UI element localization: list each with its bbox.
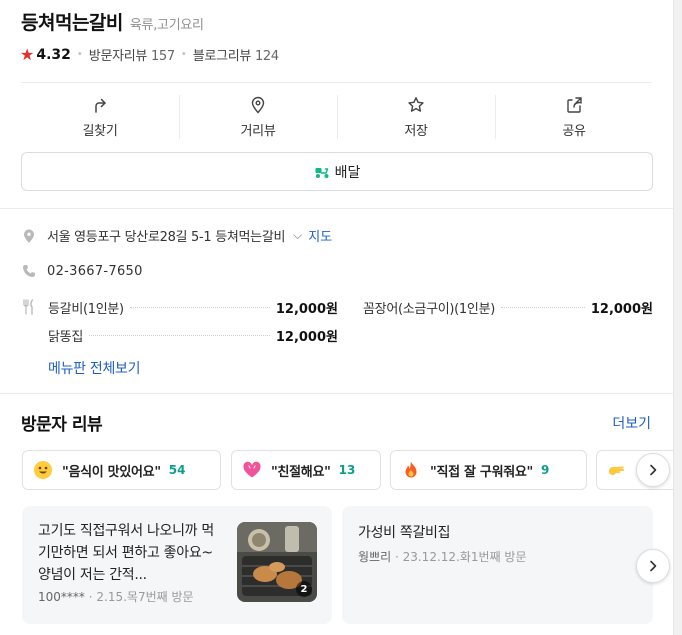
place-name: 등쳐먹는갈비 — [21, 12, 123, 34]
review-text: 가성비 쪽갈비집 — [358, 525, 451, 541]
hand-emoji-icon — [609, 466, 625, 475]
review-author: 100**** — [38, 590, 85, 604]
chevron-down-icon[interactable]: ⌵ — [293, 228, 302, 243]
reviews-next-button[interactable] — [636, 549, 670, 583]
separator-dot: • — [180, 49, 187, 60]
share-label: 공유 — [562, 123, 586, 139]
review-visit-count: 1번째 방문 — [470, 550, 527, 564]
menu-item[interactable]: 닭똥집 12,000원 — [48, 326, 338, 345]
place-category: 육류,고기요리 — [129, 18, 204, 33]
keyword-chip[interactable]: "친절해요" 13 — [231, 450, 381, 490]
keyword-chip[interactable]: "음식이 맛있어요" 54 — [22, 450, 221, 490]
location-pin-icon — [251, 96, 265, 114]
phone-icon — [23, 265, 35, 277]
menu-item-price: 12,000원 — [590, 302, 653, 317]
street-view-label: 거리뷰 — [240, 123, 276, 139]
review-text: 고기도 직접구워서 나오니까 먹기만하면 되서 편하고 좋아요~양념이 저는 간… — [38, 523, 214, 583]
scrollbar[interactable] — [674, 0, 682, 635]
leader-dots — [501, 307, 585, 308]
keywords-next-button[interactable] — [636, 453, 670, 487]
visitor-reviews-link[interactable]: 방문자리뷰 157 — [89, 45, 175, 64]
menu-item-price: 12,000원 — [275, 302, 338, 317]
section-divider — [0, 393, 673, 394]
review-card[interactable]: 가성비 쪽갈비집 웡쁘리 · 23.12.12.화1번째 방문 — [342, 506, 653, 624]
visitor-reviews-count: 157 — [150, 49, 175, 64]
address-row: 서울 영등포구 당산로28길 5-1 등쳐먹는갈비 ⌵ 지도 — [21, 226, 332, 245]
share-button[interactable]: 공유 — [495, 89, 653, 145]
star-icon: ★ — [20, 45, 35, 64]
chevron-right-icon — [650, 464, 657, 476]
address-text: 서울 영등포구 당산로28길 5-1 등쳐먹는갈비 — [47, 230, 286, 245]
place-panel: 등쳐먹는갈비 육류,고기요리 ★ 4.32 • 방문자리뷰 157 • 블로그리… — [0, 0, 674, 635]
blog-reviews-label: 블로그리뷰 — [192, 49, 252, 64]
review-meta: 웡쁘리 · 23.12.12.화1번째 방문 — [358, 548, 527, 565]
star-outline-icon — [408, 96, 424, 112]
keyword-text: "음식이 맛있어요" — [62, 464, 161, 480]
menu-item-name: 닭똥집 — [48, 330, 83, 345]
delivery-label: 배달 — [334, 164, 361, 181]
keyword-chip-list: "음식이 맛있어요" 54 "친절해요" 13 "직접 잘 구워줘요" 9 — [22, 450, 673, 490]
menu-item-name: 등갈비(1인분) — [48, 302, 124, 317]
review-author: 웡쁘리 — [358, 550, 392, 564]
reviews-more-link[interactable]: 더보기 — [612, 413, 651, 433]
phone-number[interactable]: 02-3667-7650 — [47, 264, 143, 279]
heart-emoji-icon — [243, 461, 261, 478]
leader-dots — [129, 307, 270, 308]
keyword-count: 54 — [168, 463, 186, 477]
smile-emoji-icon — [34, 461, 52, 479]
photo-count-badge: 2 — [296, 581, 312, 597]
separator-dot: · — [394, 550, 403, 564]
menu-item[interactable]: 꼼장어(소금구이)(1인분) 12,000원 — [363, 298, 653, 317]
title-row: 등쳐먹는갈비 육류,고기요리 — [21, 8, 204, 35]
leader-dots — [88, 335, 270, 336]
share-icon — [567, 96, 582, 113]
delivery-scooter-icon — [315, 167, 329, 178]
menu-item-name: 꼼장어(소금구이)(1인분) — [363, 302, 495, 317]
menu-see-all-link[interactable]: 메뉴판 전체보기 — [48, 358, 141, 378]
location-pin-icon — [24, 228, 34, 243]
review-meta: 100**** · 2.15.목7번째 방문 — [38, 588, 194, 605]
keyword-text: "직접 잘 구워줘요" — [430, 464, 534, 480]
review-visit-count: 7번째 방문 — [137, 590, 194, 604]
fire-emoji-icon — [405, 461, 417, 478]
rating-value: 4.32 — [36, 46, 71, 63]
directions-label: 길찾기 — [82, 123, 118, 139]
save-label: 저장 — [404, 123, 428, 139]
street-view-button[interactable]: 거리뷰 — [179, 89, 337, 145]
action-bar: 길찾기 거리뷰 저장 공유 — [21, 89, 653, 145]
map-link[interactable]: 지도 — [308, 226, 332, 245]
review-card[interactable]: 고기도 직접구워서 나오니까 먹기만하면 되서 편하고 좋아요~양념이 저는 간… — [22, 506, 332, 624]
chevron-right-icon — [650, 560, 657, 572]
directions-button[interactable]: 길찾기 — [21, 89, 179, 145]
directions-arrow-icon — [95, 98, 106, 113]
section-divider — [0, 208, 673, 209]
rating-row: ★ 4.32 • 방문자리뷰 157 • 블로그리뷰 124 — [20, 45, 279, 64]
menu-item-price: 12,000원 — [275, 330, 338, 345]
blog-reviews-link[interactable]: 블로그리뷰 124 — [193, 45, 279, 64]
phone-row: 02-3667-7650 — [21, 263, 143, 279]
reviews-section-title: 방문자 리뷰 — [21, 415, 103, 435]
blog-reviews-count: 124 — [254, 49, 279, 64]
save-button[interactable]: 저장 — [337, 89, 495, 145]
keyword-text: "친절해요" — [271, 464, 331, 480]
keyword-count: 9 — [541, 463, 550, 477]
keyword-chip[interactable]: "직접 잘 구워줘요" 9 — [390, 450, 587, 490]
review-photo[interactable]: 2 — [237, 522, 317, 602]
review-date: 23.12.12.화 — [402, 550, 471, 564]
divider — [21, 82, 652, 83]
keyword-count: 13 — [338, 463, 356, 477]
review-date: 2.15.목 — [96, 590, 138, 604]
menu-item[interactable]: 등갈비(1인분) 12,000원 — [48, 298, 338, 317]
separator-dot: • — [76, 49, 83, 60]
fork-knife-icon — [23, 299, 34, 315]
delivery-button[interactable]: 배달 — [21, 152, 653, 191]
visitor-reviews-label: 방문자리뷰 — [88, 49, 148, 64]
